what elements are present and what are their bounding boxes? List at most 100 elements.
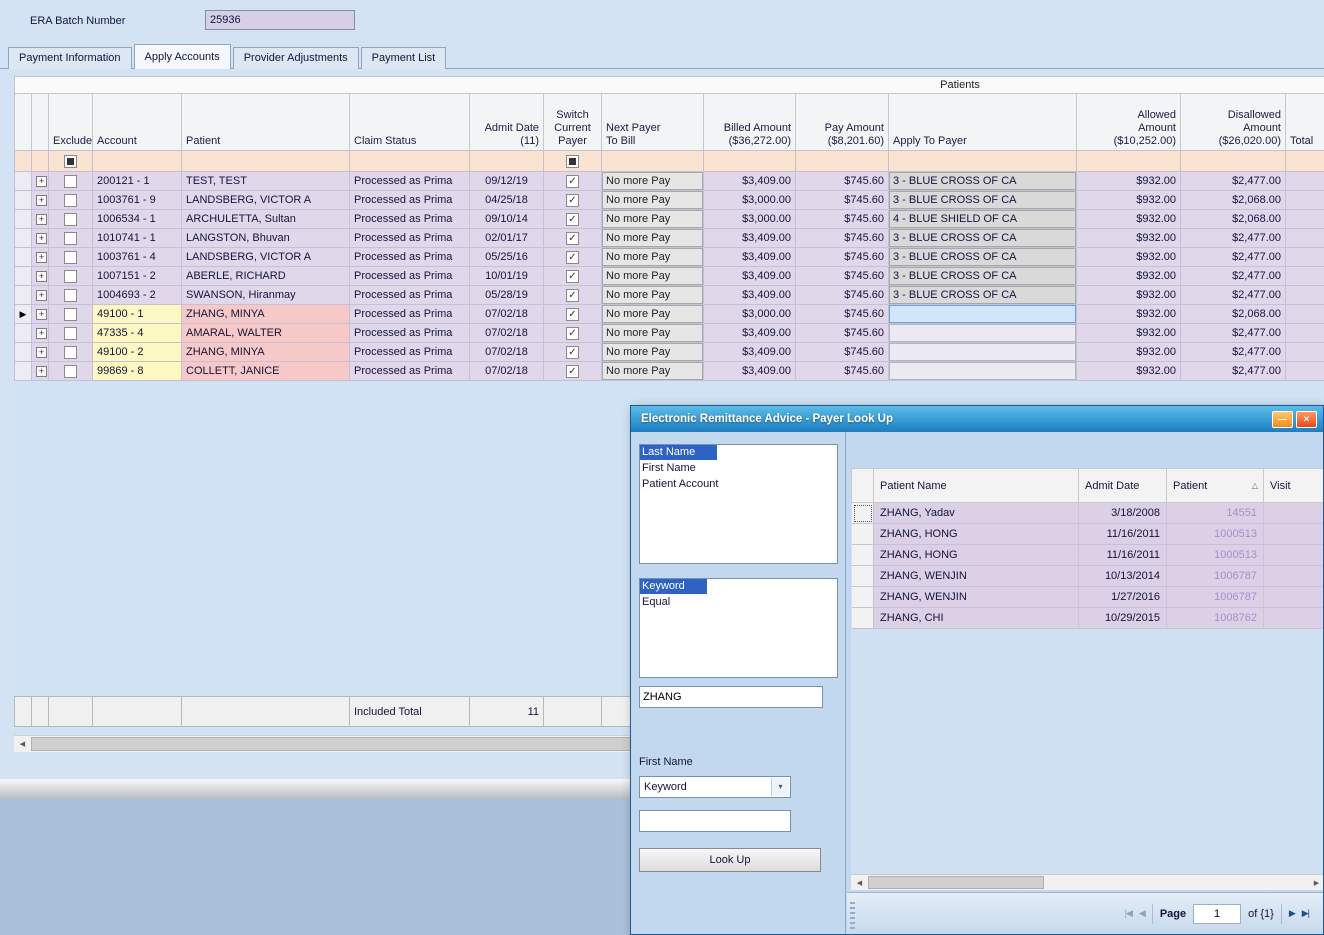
apply-to-payer-cell[interactable] bbox=[889, 324, 1077, 343]
admit-date-filter-cell[interactable] bbox=[470, 151, 544, 172]
expand-cell[interactable]: + bbox=[32, 229, 49, 248]
claim-status-filter-cell[interactable] bbox=[350, 151, 470, 172]
exclude-cell[interactable] bbox=[49, 191, 93, 210]
grid-row[interactable]: +1003761 - 4LANDSBERG, VICTOR AProcessed… bbox=[15, 248, 1324, 267]
patient-cell[interactable]: TEST, TEST bbox=[182, 172, 350, 191]
switch-payer-cell[interactable]: ✓ bbox=[544, 229, 602, 248]
exclude-checkbox[interactable] bbox=[64, 327, 77, 340]
switch-payer-cell[interactable]: ✓ bbox=[544, 191, 602, 210]
apply-to-payer-cell[interactable] bbox=[889, 343, 1077, 362]
switch-payer-cell[interactable]: ✓ bbox=[544, 172, 602, 191]
exclude-checkbox[interactable] bbox=[64, 175, 77, 188]
payer-result-row[interactable]: ZHANG, WENJIN10/13/20141006787 bbox=[852, 566, 1324, 587]
last-page-icon[interactable]: ▶| bbox=[1302, 908, 1309, 919]
prev-page-icon[interactable]: ◀ bbox=[1139, 908, 1145, 919]
patient-name-cell[interactable]: ZHANG, Yadav bbox=[874, 503, 1079, 524]
patient-cell[interactable]: LANDSBERG, VICTOR A bbox=[182, 191, 350, 210]
expand-cell[interactable]: + bbox=[32, 248, 49, 267]
billed-filter-cell[interactable] bbox=[704, 151, 796, 172]
search-operator-option[interactable]: Equal bbox=[640, 595, 837, 611]
apply-to-payer-cell[interactable]: 3 - BLUE CROSS OF CA bbox=[889, 286, 1077, 305]
grid-row[interactable]: +1007151 - 2ABERLE, RICHARDProcessed as … bbox=[15, 267, 1324, 286]
switch-payer-checkbox[interactable]: ✓ bbox=[566, 346, 579, 359]
results-horizontal-scrollbar[interactable]: ◀ ▶ bbox=[851, 874, 1323, 890]
switch-payer-checkbox[interactable]: ✓ bbox=[566, 289, 579, 302]
page-number-input[interactable] bbox=[1193, 904, 1241, 924]
apply-to-payer-cell[interactable]: 4 - BLUE SHIELD OF CA bbox=[889, 210, 1077, 229]
exclude-cell[interactable] bbox=[49, 305, 93, 324]
grid-row[interactable]: +47335 - 4AMARAL, WALTERProcessed as Pri… bbox=[15, 324, 1324, 343]
switch-payer-checkbox[interactable]: ✓ bbox=[566, 270, 579, 283]
account-cell[interactable]: 49100 - 2 bbox=[93, 343, 182, 362]
switch-payer-checkbox[interactable]: ✓ bbox=[566, 213, 579, 226]
first-name-operator-dropdown[interactable]: Keyword ▾ bbox=[639, 776, 791, 798]
search-field-option[interactable]: Patient Account bbox=[640, 477, 837, 493]
expand-icon[interactable]: + bbox=[36, 195, 47, 206]
exclude-checkbox[interactable] bbox=[64, 346, 77, 359]
apply-to-payer-cell[interactable]: 3 - BLUE CROSS OF CA bbox=[889, 191, 1077, 210]
exclude-cell[interactable] bbox=[49, 362, 93, 381]
search-operator-listbox[interactable]: KeywordEqual bbox=[639, 578, 838, 678]
result-row-selector-cell[interactable] bbox=[852, 566, 874, 587]
exclude-cell[interactable] bbox=[49, 343, 93, 362]
expand-cell[interactable]: + bbox=[32, 305, 49, 324]
disallowed-filter-cell[interactable] bbox=[1181, 151, 1286, 172]
patient-cell[interactable]: ABERLE, RICHARD bbox=[182, 267, 350, 286]
col-header-disallowed-amount[interactable]: Disallowed Amount ($26,020.00) bbox=[1181, 94, 1286, 151]
exclude-checkbox[interactable] bbox=[64, 213, 77, 226]
apply-to-payer-cell[interactable]: 3 - BLUE CROSS OF CA bbox=[889, 229, 1077, 248]
switch-payer-cell[interactable]: ✓ bbox=[544, 324, 602, 343]
expand-cell[interactable]: + bbox=[32, 191, 49, 210]
result-row-selector-cell[interactable] bbox=[852, 608, 874, 629]
patient-name-cell[interactable]: ZHANG, WENJIN bbox=[874, 587, 1079, 608]
switch-payer-checkbox[interactable]: ✓ bbox=[566, 251, 579, 264]
apply-to-payer-cell[interactable]: 3 - BLUE CROSS OF CA bbox=[889, 267, 1077, 286]
result-row-selector-cell[interactable] bbox=[852, 545, 874, 566]
col-header-patient-id[interactable]: Patient △ bbox=[1167, 469, 1264, 503]
switch-payer-cell[interactable]: ✓ bbox=[544, 210, 602, 229]
minimize-icon[interactable]: — bbox=[1272, 411, 1293, 428]
col-header-patient-name[interactable]: Patient Name bbox=[874, 469, 1079, 503]
scrollbar-thumb[interactable] bbox=[868, 876, 1044, 889]
scroll-right-arrow-icon[interactable]: ▶ bbox=[1308, 875, 1323, 890]
switch-payer-checkbox[interactable]: ✓ bbox=[566, 327, 579, 340]
account-cell[interactable]: 1010741 - 1 bbox=[93, 229, 182, 248]
patient-cell[interactable]: COLLETT, JANICE bbox=[182, 362, 350, 381]
exclude-filter-checkbox-icon[interactable] bbox=[64, 155, 77, 168]
grid-row[interactable]: +200121 - 1TEST, TESTProcessed as Prima0… bbox=[15, 172, 1324, 191]
switch-payer-cell[interactable]: ✓ bbox=[544, 362, 602, 381]
payer-result-row[interactable]: ZHANG, Yadav3/18/200814551 bbox=[852, 503, 1324, 524]
patient-cell[interactable]: LANDSBERG, VICTOR A bbox=[182, 248, 350, 267]
result-row-selector-cell[interactable] bbox=[852, 524, 874, 545]
expand-icon[interactable]: + bbox=[36, 366, 47, 377]
dialog-titlebar[interactable]: Electronic Remittance Advice - Payer Loo… bbox=[631, 406, 1323, 432]
patient-name-cell[interactable]: ZHANG, WENJIN bbox=[874, 566, 1079, 587]
patient-cell[interactable]: ARCHULETTA, Sultan bbox=[182, 210, 350, 229]
allowed-filter-cell[interactable] bbox=[1077, 151, 1181, 172]
apply-to-payer-cell[interactable] bbox=[889, 362, 1077, 381]
account-cell[interactable]: 200121 - 1 bbox=[93, 172, 182, 191]
col-header-admit-date[interactable]: Admit Date bbox=[1079, 469, 1167, 503]
patient-name-cell[interactable]: ZHANG, HONG bbox=[874, 524, 1079, 545]
col-header-pay-amount[interactable]: Pay Amount ($8,201.60) bbox=[796, 94, 889, 151]
col-header-exclude[interactable]: Exclude? bbox=[49, 94, 93, 151]
exclude-checkbox[interactable] bbox=[64, 232, 77, 245]
scrollbar-track[interactable] bbox=[868, 875, 1308, 890]
switch-payer-cell[interactable]: ✓ bbox=[544, 267, 602, 286]
account-cell[interactable]: 1006534 - 1 bbox=[93, 210, 182, 229]
expand-icon[interactable]: + bbox=[36, 214, 47, 225]
pay-filter-cell[interactable] bbox=[796, 151, 889, 172]
account-cell[interactable]: 49100 - 1 bbox=[93, 305, 182, 324]
grid-row[interactable]: +99869 - 8COLLETT, JANICEProcessed as Pr… bbox=[15, 362, 1324, 381]
era-batch-number-input[interactable] bbox=[205, 10, 355, 30]
col-header-total[interactable]: Total bbox=[1286, 94, 1324, 151]
expand-icon[interactable]: + bbox=[36, 290, 47, 301]
account-cell[interactable]: 1003761 - 9 bbox=[93, 191, 182, 210]
col-header-admit-date[interactable]: Admit Date (11) bbox=[470, 94, 544, 151]
exclude-checkbox[interactable] bbox=[64, 289, 77, 302]
account-cell[interactable]: 47335 - 4 bbox=[93, 324, 182, 343]
expand-icon[interactable]: + bbox=[36, 309, 47, 320]
patient-cell[interactable]: SWANSON, Hiranmay bbox=[182, 286, 350, 305]
grid-row[interactable]: +1003761 - 9LANDSBERG, VICTOR AProcessed… bbox=[15, 191, 1324, 210]
col-header-patient[interactable]: Patient bbox=[182, 94, 350, 151]
